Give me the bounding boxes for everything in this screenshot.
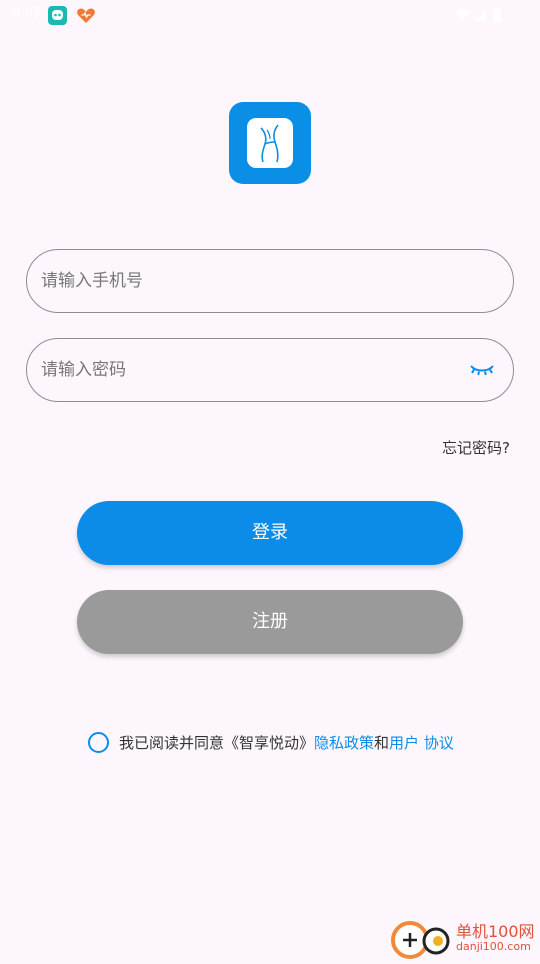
status-time: 9:07 bbox=[12, 6, 42, 21]
agreement-connector: 和 bbox=[374, 734, 390, 752]
register-button[interactable]: 注册 bbox=[77, 590, 463, 654]
status-bar: 9:07 bbox=[0, 0, 540, 30]
app-logo-inner bbox=[247, 118, 293, 168]
login-button[interactable]: 登录 bbox=[77, 501, 463, 565]
watermark-url: danji100.com bbox=[456, 940, 531, 953]
password-input[interactable] bbox=[41, 339, 461, 400]
watermark: 单机100网 danji100.com bbox=[390, 916, 540, 960]
status-indicators bbox=[454, 6, 504, 24]
agreement-text: 我已阅读并同意《智享悦动》隐私政策和用户 协议 bbox=[119, 732, 454, 754]
agree-checkbox[interactable] bbox=[88, 732, 109, 753]
agreement-statement: 我已阅读并同意《智享悦动》 bbox=[119, 734, 315, 752]
eye-closed-icon[interactable] bbox=[469, 360, 495, 380]
watermark-title: 单机100网 bbox=[456, 922, 535, 941]
watermark-logo-icon bbox=[391, 921, 450, 959]
forgot-password-link[interactable]: 忘记密码? bbox=[442, 437, 510, 458]
heart-notification-icon bbox=[76, 6, 96, 25]
app-notification-icon bbox=[48, 6, 67, 25]
app-logo-icon bbox=[229, 102, 311, 184]
password-field[interactable] bbox=[26, 338, 514, 402]
privacy-policy-link[interactable]: 隐私政策 bbox=[314, 734, 374, 752]
phone-input[interactable] bbox=[41, 250, 461, 311]
phone-field[interactable] bbox=[26, 249, 514, 313]
user-agreement-link[interactable]: 用户 协议 bbox=[389, 734, 454, 752]
